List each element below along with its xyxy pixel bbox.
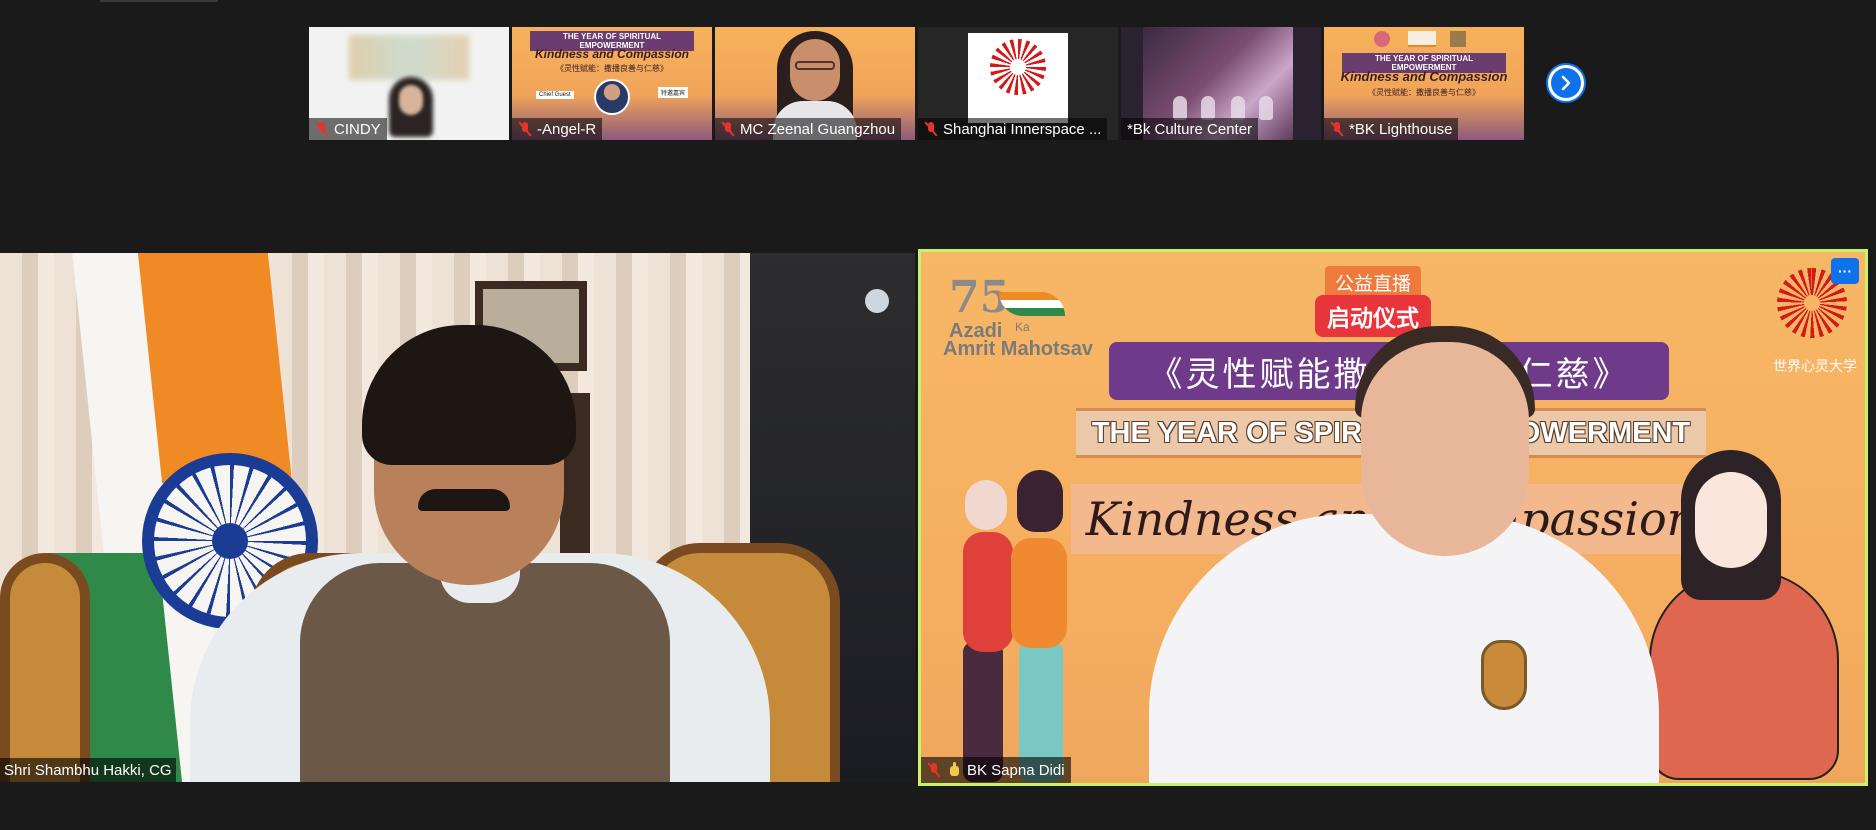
speaker-mustache (418, 489, 510, 511)
participant-thumb-culture-center[interactable]: *Bk Culture Center (1121, 27, 1321, 140)
poster-subtitle: Kindness and Compassion (534, 47, 690, 61)
participant-name-tag: CINDY (309, 118, 387, 140)
more-options-button[interactable]: ··· (1831, 258, 1859, 284)
participant-face (399, 85, 423, 115)
raised-hand-icon (947, 762, 961, 778)
illustration-women (933, 442, 1103, 782)
participant-name: Shanghai Innerspace ... (943, 120, 1102, 138)
participant-thumb-angel[interactable]: THE YEAR OF SPIRITUAL EMPOWERMENT Kindne… (512, 27, 712, 140)
chair (0, 553, 90, 782)
mic-muted-icon (927, 763, 941, 777)
next-page-button[interactable] (1546, 63, 1586, 103)
participant-name: CINDY (334, 120, 381, 138)
glasses (795, 61, 835, 70)
participant-face (790, 39, 840, 101)
mic-muted-icon (924, 122, 938, 136)
participant-name-tag: Shri Shambhu Hakki, CG (0, 758, 176, 782)
participant-thumb-cindy[interactable]: CINDY (309, 27, 509, 140)
participant-name: -Angel-R (537, 120, 597, 138)
video-tile-shambhu[interactable]: Shri Shambhu Hakki, CG (0, 253, 915, 782)
mic-muted-icon (315, 122, 329, 136)
participant-name: *Bk Culture Center (1127, 120, 1253, 138)
mic-muted-icon (518, 122, 532, 136)
emblem-icon (1450, 31, 1466, 47)
video-background (349, 35, 469, 80)
participant-name-tag: MC Zeenal Guangzhou (715, 118, 902, 140)
top-bar-remnant (100, 0, 218, 2)
poster-cn: 《灵性赋能：撒播良善与仁慈》 (1368, 88, 1480, 97)
university-name: 世界心灵大学 (1773, 358, 1857, 374)
logo-ka: Ka (1015, 320, 1030, 334)
participant-name-tag: *BK Lighthouse (1324, 118, 1459, 140)
participant-name-tag: *Bk Culture Center (1121, 118, 1259, 140)
participant-name: *BK Lighthouse (1349, 120, 1453, 138)
illustration-girl (1641, 450, 1851, 780)
poster-subtitle: Kindness and Compassion (1340, 69, 1508, 84)
poster-cn: 《灵性赋能：撒播良善与仁慈》 (556, 64, 668, 73)
speaker-face (1361, 342, 1529, 556)
zoom-meeting-window: CINDY THE YEAR OF SPIRITUAL EMPOWERMENT … (0, 0, 1876, 830)
participant-name-tag: -Angel-R (512, 118, 603, 140)
mic-muted-icon (1330, 122, 1344, 136)
logo-line2: Amrit Mahotsav (943, 338, 1094, 360)
poster-chip: Chief Guest (536, 91, 574, 99)
participant-name: BK Sapna Didi (967, 761, 1065, 779)
participant-name: MC Zeenal Guangzhou (740, 120, 896, 138)
emblem-icon (1374, 31, 1390, 47)
video-tile-sapna-active-speaker[interactable]: 75 Azadi Ka Amrit Mahotsav 公益直播 启动仪式 《灵性… (918, 249, 1868, 786)
participant-name-tag: BK Sapna Didi (921, 757, 1071, 783)
participant-name-tag: Shanghai Innerspace ... (918, 118, 1108, 140)
participant-thumb-zeenal[interactable]: MC Zeenal Guangzhou (715, 27, 915, 140)
poster-chip: 特邀嘉宾 (657, 87, 688, 98)
participant-thumb-lighthouse[interactable]: THE YEAR OF SPIRITUAL EMPOWERMENT Kindne… (1324, 27, 1524, 140)
participant-name: Shri Shambhu Hakki, CG (4, 761, 172, 779)
mic-muted-icon (721, 122, 735, 136)
participant-thumb-shanghai[interactable]: Shanghai Innerspace ... (918, 27, 1118, 140)
azadi-logo-icon (1408, 31, 1436, 47)
badge-icon (1481, 640, 1527, 710)
guest-avatar (594, 79, 630, 115)
participant-strip: CINDY THE YEAR OF SPIRITUAL EMPOWERMENT … (309, 27, 1524, 140)
chevron-right-icon (1561, 75, 1571, 91)
sun-logo-icon (990, 39, 1046, 95)
